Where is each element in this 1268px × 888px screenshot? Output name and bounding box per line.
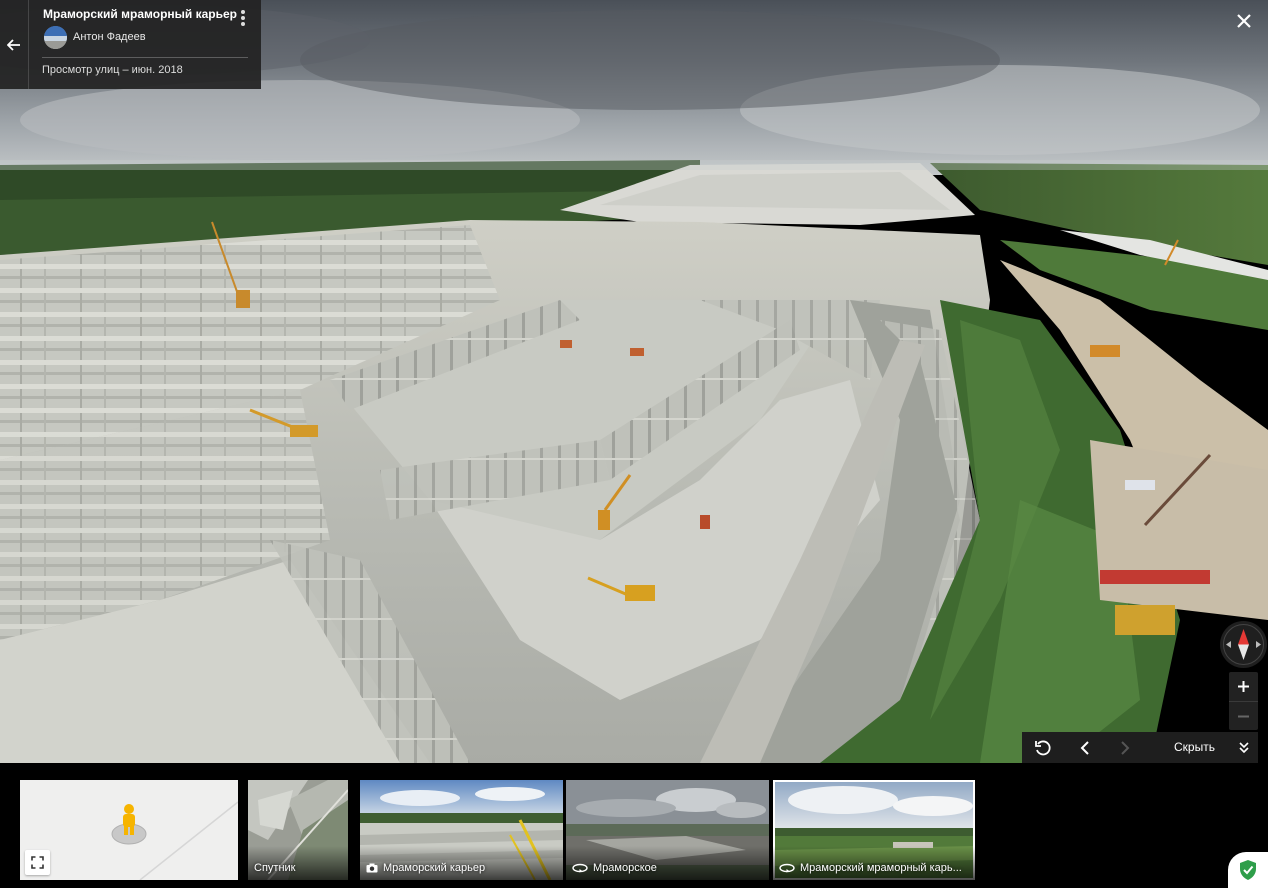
info-card: Мраморский мраморный карьер Антон Фадеев… bbox=[0, 0, 261, 89]
photo-thumbnail-1[interactable]: Мраморский карьер bbox=[360, 780, 563, 880]
place-title: Мраморский мраморный карьер bbox=[43, 7, 238, 21]
dot-icon bbox=[241, 16, 245, 20]
panorama-image bbox=[0, 0, 1268, 763]
panorama-view[interactable] bbox=[0, 0, 1268, 763]
avatar-image bbox=[44, 26, 67, 49]
map-thumbnail[interactable] bbox=[20, 780, 238, 880]
panorama-360-icon bbox=[779, 863, 795, 873]
photo-1-label-text: Мраморский карьер bbox=[383, 862, 486, 874]
rotate-icon bbox=[1035, 740, 1051, 755]
compass-icon bbox=[1223, 624, 1264, 665]
photo-2-label: Мраморское bbox=[572, 862, 657, 874]
minus-icon bbox=[1238, 715, 1249, 717]
card-divider bbox=[42, 57, 248, 58]
back-button[interactable] bbox=[0, 0, 29, 89]
satellite-label-text: Спутник bbox=[254, 862, 296, 874]
more-options-button[interactable] bbox=[236, 8, 250, 28]
photo-thumbnail-2[interactable]: Мраморское bbox=[566, 780, 769, 880]
zoom-controls bbox=[1229, 672, 1258, 730]
photo-2-label-text: Мраморское bbox=[593, 862, 657, 874]
author-avatar[interactable] bbox=[44, 26, 67, 49]
next-photo-button[interactable] bbox=[1110, 732, 1140, 763]
dot-icon bbox=[241, 22, 245, 26]
photo-3-label-text: Мраморский мраморный карь... bbox=[800, 862, 962, 874]
zoom-out-button[interactable] bbox=[1229, 701, 1258, 730]
camera-icon bbox=[366, 863, 378, 873]
rotate-button[interactable] bbox=[1028, 732, 1058, 763]
plus-icon bbox=[1238, 681, 1249, 692]
previous-photo-button[interactable] bbox=[1070, 732, 1100, 763]
chevron-right-icon bbox=[1121, 740, 1130, 755]
photo-navigation-bar: Скрыть bbox=[1022, 732, 1258, 763]
photo-3-label: Мраморский мраморный карь... bbox=[779, 862, 962, 874]
shield-check-icon bbox=[1240, 860, 1256, 880]
hide-thumbnails-button[interactable]: Скрыть bbox=[1174, 740, 1215, 754]
author-name-link[interactable]: Антон Фадеев bbox=[73, 31, 146, 43]
double-chevron-down-icon bbox=[1239, 741, 1249, 753]
panorama-360-icon bbox=[572, 863, 588, 873]
photo-thumbnail-3-selected[interactable]: Мраморский мраморный карь... bbox=[773, 780, 975, 880]
street-view-window: Мраморский мраморный карьер Антон Фадеев… bbox=[0, 0, 1268, 888]
thumbnail-strip: Спутник Мраморский карьер Мраморское Мра… bbox=[0, 763, 1268, 888]
close-icon bbox=[1237, 14, 1251, 28]
chevron-left-icon bbox=[1080, 740, 1089, 755]
capture-date: Просмотр улиц – июн. 2018 bbox=[42, 64, 183, 76]
expand-map-button[interactable] bbox=[25, 850, 50, 875]
collapse-strip-button[interactable] bbox=[1230, 732, 1258, 763]
dot-icon bbox=[241, 10, 245, 14]
arrow-left-icon bbox=[7, 38, 20, 51]
close-button[interactable] bbox=[1233, 10, 1255, 32]
security-badge[interactable] bbox=[1228, 852, 1268, 888]
photo-1-label: Мраморский карьер bbox=[366, 862, 485, 874]
fullscreen-icon bbox=[31, 856, 44, 869]
minimap-image bbox=[20, 780, 238, 880]
satellite-label: Спутник bbox=[254, 862, 295, 874]
compass-button[interactable] bbox=[1220, 621, 1267, 668]
zoom-in-button[interactable] bbox=[1229, 672, 1258, 701]
satellite-thumbnail[interactable]: Спутник bbox=[248, 780, 348, 880]
